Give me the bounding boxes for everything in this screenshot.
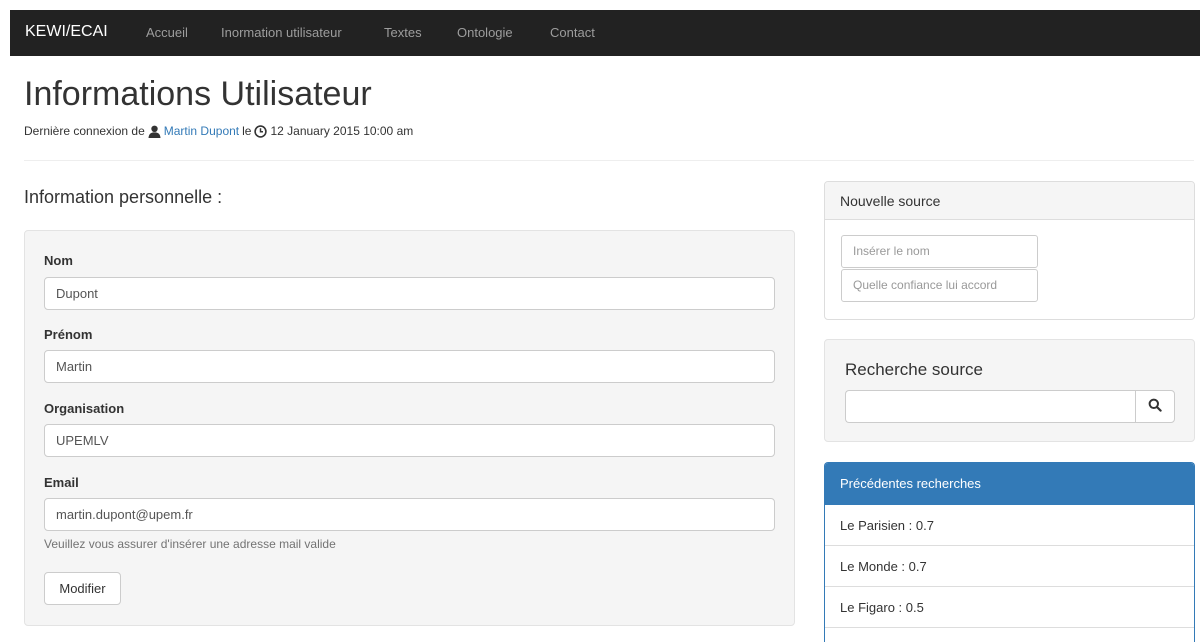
new-source-panel: Nouvelle source Insérer le nom Quelle co… [824, 181, 1195, 320]
search-source-panel: Recherche source [824, 339, 1195, 442]
nav-link-information-utilisateur[interactable]: Inormation utilisateur [221, 25, 342, 40]
modifier-button[interactable]: Modifier [44, 572, 121, 605]
last-login-mid: le [242, 124, 252, 138]
personal-info-title: Information personnelle : [24, 187, 223, 207]
previous-searches-heading: Précédentes recherches [825, 463, 1194, 505]
search-source-title: Recherche source [845, 360, 983, 379]
nav-link-ontologie[interactable]: Ontologie [457, 25, 513, 40]
source-name-input[interactable]: Insérer le nom [841, 235, 1038, 268]
organisation-label: Organisation [44, 401, 125, 416]
prenom-label: Prénom [44, 327, 93, 342]
last-login-prefix: Dernière connexion de [24, 124, 145, 138]
previous-searches-panel: Précédentes recherches Le Parisien : 0.7… [824, 462, 1195, 642]
source-confidence-input[interactable]: Quelle confiance lui accord [841, 269, 1038, 302]
page-title: Informations Utilisateur [24, 75, 372, 113]
user-icon [148, 125, 161, 138]
new-source-heading: Nouvelle source [825, 182, 1194, 220]
user-name-link[interactable]: Martin Dupont [164, 124, 239, 138]
search-source-input[interactable] [845, 390, 1135, 423]
brand-link[interactable]: KEWI/ECAI [25, 23, 108, 41]
personal-info-form: Nom Dupont Prénom Martin Organisation UP… [24, 230, 795, 626]
nav-link-textes[interactable]: Textes [384, 25, 422, 40]
nom-input[interactable]: Dupont [44, 277, 775, 310]
header-divider [24, 160, 1194, 161]
top-navbar: KEWI/ECAI Accueil Inormation utilisateur… [10, 10, 1200, 56]
clock-icon [254, 124, 268, 138]
email-input[interactable]: martin.dupont@upem.fr [44, 498, 775, 531]
last-login-line: Dernière connexion de Martin Dupont le 1… [24, 124, 413, 138]
search-icon [1148, 398, 1162, 415]
email-help-text: Veuillez vous assurer d'insérer une adre… [44, 537, 336, 551]
previous-search-item[interactable]: Le Monde : 0.7 [825, 546, 1194, 587]
nav-link-contact[interactable]: Contact [550, 25, 595, 40]
nav-link-accueil[interactable]: Accueil [146, 25, 188, 40]
last-login-date: 12 January 2015 10:00 am [270, 124, 414, 138]
previous-search-item[interactable]: Le Figaro : 0.5 [825, 587, 1194, 628]
email-label: Email [44, 475, 79, 490]
previous-search-item[interactable]: Le Parisien : 0.7 [825, 505, 1194, 546]
nom-label: Nom [44, 253, 73, 268]
prenom-input[interactable]: Martin [44, 350, 775, 383]
search-button[interactable] [1135, 390, 1175, 423]
organisation-input[interactable]: UPEMLV [44, 424, 775, 457]
